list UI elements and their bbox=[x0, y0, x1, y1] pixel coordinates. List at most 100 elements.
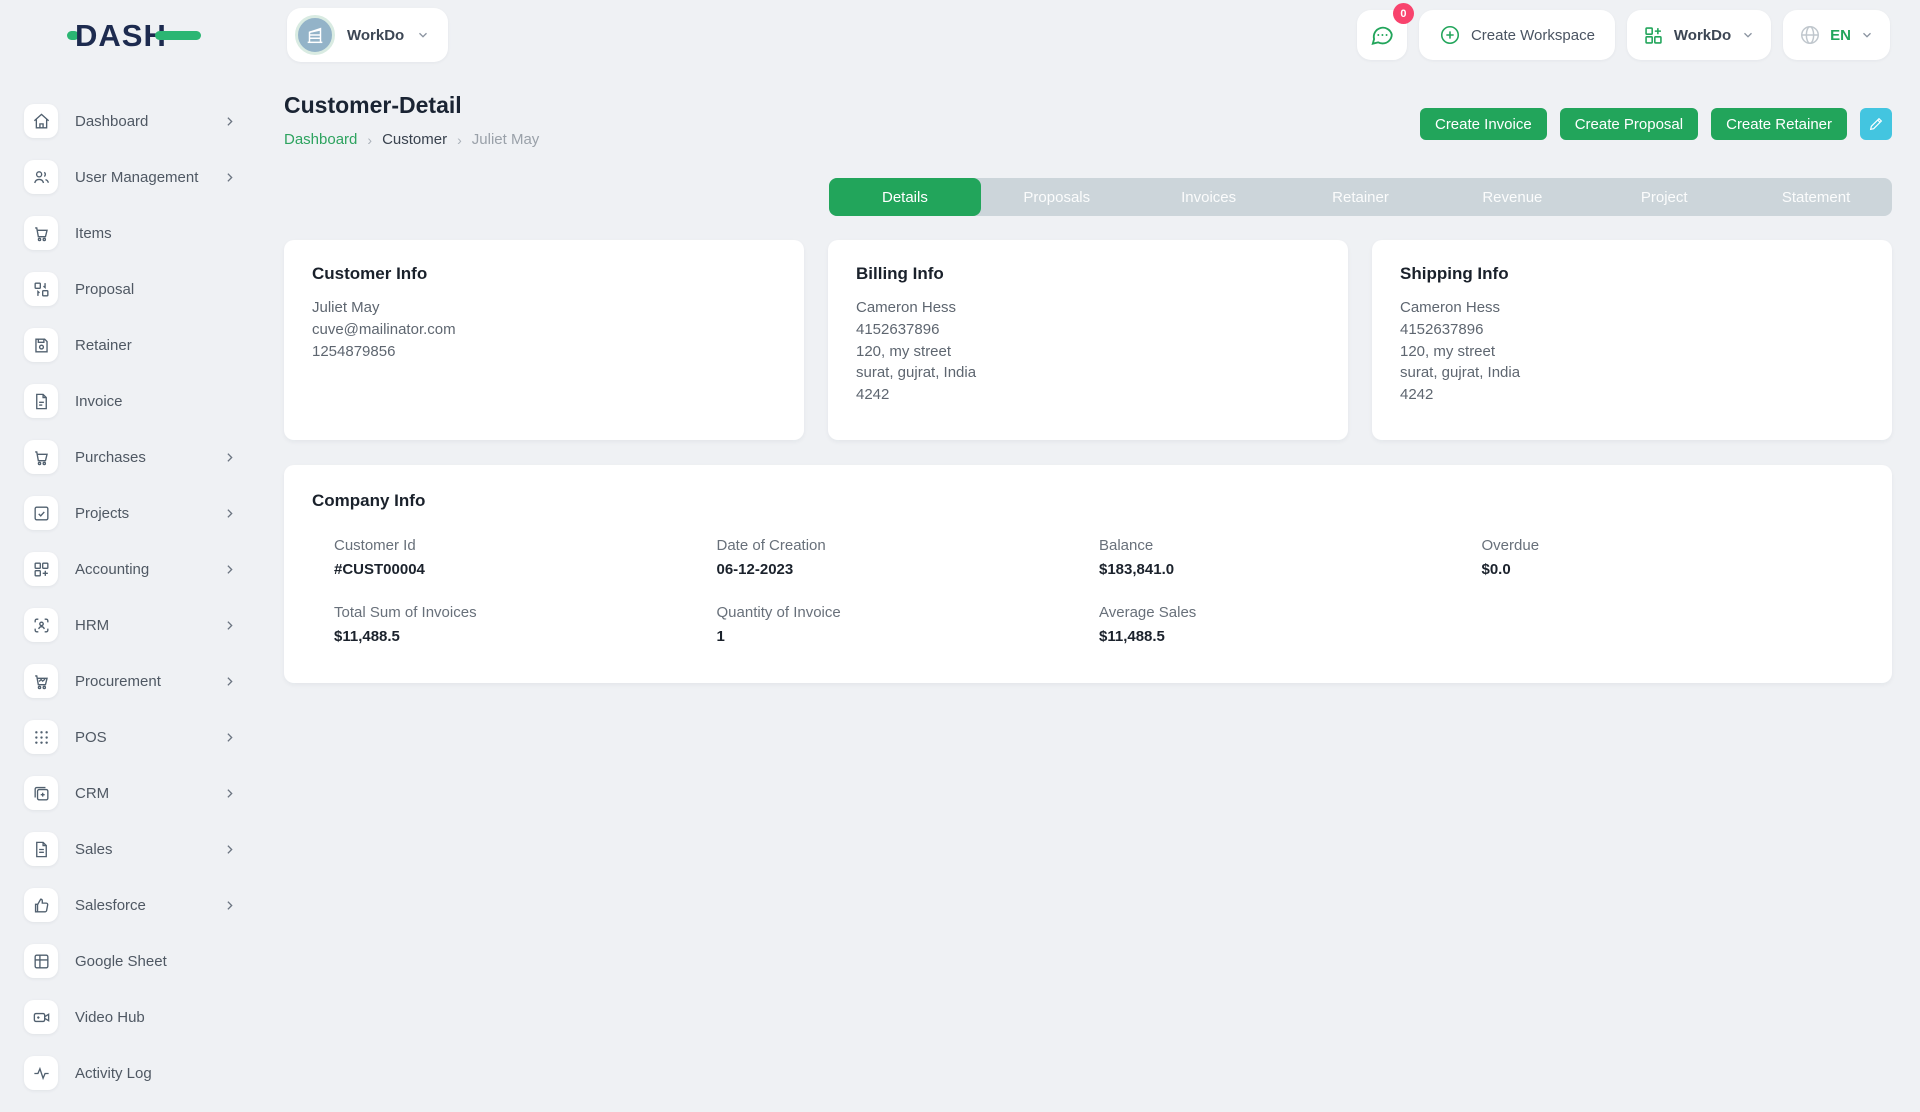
customer-info-card: Customer Info Juliet May cuve@mailinator… bbox=[284, 240, 804, 440]
language-selector[interactable]: EN bbox=[1783, 10, 1890, 60]
billing-street: 120, my street bbox=[856, 341, 1320, 363]
plus-circle-icon bbox=[1439, 24, 1461, 46]
users-icon bbox=[24, 160, 58, 194]
messages-button[interactable]: 0 bbox=[1357, 10, 1407, 60]
billing-city: surat, gujrat, India bbox=[856, 362, 1320, 384]
billing-info-card: Billing Info Cameron Hess 4152637896 120… bbox=[828, 240, 1348, 440]
sidebar-item-projects[interactable]: Projects bbox=[0, 496, 260, 530]
chevron-right-icon bbox=[223, 899, 236, 912]
cart-icon bbox=[24, 440, 58, 474]
chevron-down-icon bbox=[1860, 28, 1874, 42]
sidebar-item-invoice[interactable]: Invoice bbox=[0, 384, 260, 418]
breadcrumb-dashboard[interactable]: Dashboard bbox=[284, 131, 357, 148]
page-actions: Create Invoice Create Proposal Create Re… bbox=[1420, 108, 1892, 140]
tab-invoices[interactable]: Invoices bbox=[1133, 178, 1285, 216]
sidebar-item-sales[interactable]: Sales bbox=[0, 832, 260, 866]
sidebar-item-proposal[interactable]: Proposal bbox=[0, 272, 260, 306]
create-workspace-label: Create Workspace bbox=[1471, 27, 1595, 44]
tab-details[interactable]: Details bbox=[829, 178, 981, 216]
workspace-name: WorkDo bbox=[347, 27, 404, 44]
breadcrumb-separator: › bbox=[367, 132, 372, 148]
sidebar-item-items[interactable]: Items bbox=[0, 216, 260, 250]
grid-plus-icon bbox=[1643, 25, 1664, 46]
sidebar-item-purchases[interactable]: Purchases bbox=[0, 440, 260, 474]
dots-grid-icon bbox=[24, 720, 58, 754]
create-workspace-button[interactable]: Create Workspace bbox=[1419, 10, 1615, 60]
sidebar-item-video-hub[interactable]: Video Hub bbox=[0, 1000, 260, 1034]
sidebar-item-google-sheet[interactable]: Google Sheet bbox=[0, 944, 260, 978]
save-icon bbox=[24, 328, 58, 362]
sidebar-item-procurement[interactable]: Procurement bbox=[0, 664, 260, 698]
create-invoice-button[interactable]: Create Invoice bbox=[1420, 108, 1547, 140]
workspace-avatar bbox=[295, 15, 335, 55]
chevron-right-icon bbox=[223, 675, 236, 688]
sidebar-item-pos[interactable]: POS bbox=[0, 720, 260, 754]
video-camera-icon bbox=[24, 1000, 58, 1034]
top-bar: DASH WorkDo 0 Create Workspace bbox=[0, 0, 1920, 70]
chevron-right-icon bbox=[223, 843, 236, 856]
workspace-selector[interactable]: WorkDo bbox=[287, 8, 448, 62]
tab-statement[interactable]: Statement bbox=[1740, 178, 1892, 216]
chevron-down-icon bbox=[1741, 28, 1755, 42]
chevron-right-icon bbox=[223, 451, 236, 464]
billing-zip: 4242 bbox=[856, 384, 1320, 406]
sidebar-item-hrm[interactable]: HRM bbox=[0, 608, 260, 642]
field-average-sales: Average Sales $11,488.5 bbox=[1099, 604, 1482, 645]
detail-tabs: Details Proposals Invoices Retainer Reve… bbox=[829, 178, 1892, 216]
card-title: Billing Info bbox=[856, 264, 1320, 284]
shipping-city: surat, gujrat, India bbox=[1400, 362, 1864, 384]
sidebar-item-retainer[interactable]: Retainer bbox=[0, 328, 260, 362]
building-icon bbox=[304, 24, 326, 46]
check-square-icon bbox=[24, 496, 58, 530]
layers-icon bbox=[24, 776, 58, 810]
sidebar: Dashboard User Management Items Proposal… bbox=[0, 70, 260, 1112]
card-title: Customer Info bbox=[312, 264, 776, 284]
create-proposal-button[interactable]: Create Proposal bbox=[1560, 108, 1698, 140]
sidebar-item-salesforce[interactable]: Salesforce bbox=[0, 888, 260, 922]
sidebar-item-accounting[interactable]: Accounting bbox=[0, 552, 260, 586]
customer-email: cuve@mailinator.com bbox=[312, 319, 776, 341]
topbar-right-group: 0 Create Workspace WorkDo EN bbox=[1357, 10, 1890, 60]
globe-icon bbox=[1799, 24, 1821, 46]
sidebar-item-activity-log[interactable]: Activity Log bbox=[0, 1056, 260, 1090]
shipping-phone: 4152637896 bbox=[1400, 319, 1864, 341]
cart-chart-icon bbox=[24, 664, 58, 698]
company-info-card: Company Info Customer Id #CUST00004 Date… bbox=[284, 465, 1892, 683]
field-balance: Balance $183,841.0 bbox=[1099, 537, 1482, 578]
logo-text: DASH bbox=[75, 20, 167, 51]
tab-retainer[interactable]: Retainer bbox=[1285, 178, 1437, 216]
grid-plus-icon bbox=[24, 552, 58, 586]
grid-arrows-icon bbox=[24, 272, 58, 306]
field-total-sum-of-invoices: Total Sum of Invoices $11,488.5 bbox=[334, 604, 717, 645]
create-retainer-button[interactable]: Create Retainer bbox=[1711, 108, 1847, 140]
field-customer-id: Customer Id #CUST00004 bbox=[334, 537, 717, 578]
shipping-info-card: Shipping Info Cameron Hess 4152637896 12… bbox=[1372, 240, 1892, 440]
chevron-right-icon bbox=[223, 619, 236, 632]
breadcrumb-separator: › bbox=[457, 132, 462, 148]
cart-icon bbox=[24, 216, 58, 250]
customer-name: Juliet May bbox=[312, 297, 776, 319]
sidebar-item-dashboard[interactable]: Dashboard bbox=[0, 104, 260, 138]
chat-icon bbox=[1369, 22, 1395, 48]
edit-customer-button[interactable] bbox=[1860, 108, 1892, 140]
shipping-zip: 4242 bbox=[1400, 384, 1864, 406]
card-title: Shipping Info bbox=[1400, 264, 1864, 284]
user-scan-icon bbox=[24, 608, 58, 642]
thumbs-up-icon bbox=[24, 888, 58, 922]
breadcrumb: Dashboard › Customer › Juliet May bbox=[284, 131, 539, 148]
page-title: Customer-Detail bbox=[284, 92, 539, 119]
sidebar-item-user-management[interactable]: User Management bbox=[0, 160, 260, 194]
chevron-right-icon bbox=[223, 171, 236, 184]
tabs-container: Details Proposals Invoices Retainer Reve… bbox=[284, 178, 1892, 216]
tab-revenue[interactable]: Revenue bbox=[1436, 178, 1588, 216]
pencil-icon bbox=[1868, 116, 1884, 132]
title-block: Customer-Detail Dashboard › Customer › J… bbox=[284, 92, 539, 148]
chevron-right-icon bbox=[223, 787, 236, 800]
sidebar-item-crm[interactable]: CRM bbox=[0, 776, 260, 810]
tab-project[interactable]: Project bbox=[1588, 178, 1740, 216]
app-selector[interactable]: WorkDo bbox=[1627, 10, 1771, 60]
dash-logo: DASH bbox=[67, 20, 257, 51]
tab-proposals[interactable]: Proposals bbox=[981, 178, 1133, 216]
breadcrumb-customer[interactable]: Customer bbox=[382, 131, 447, 148]
info-cards-row: Customer Info Juliet May cuve@mailinator… bbox=[284, 240, 1892, 440]
